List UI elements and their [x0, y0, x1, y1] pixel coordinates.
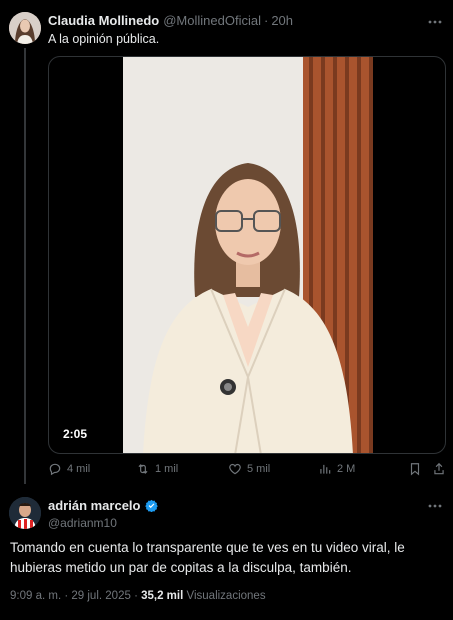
- author-handle[interactable]: @adrianm10: [48, 516, 158, 530]
- repost-button[interactable]: 1 mil: [136, 462, 178, 476]
- repost-count: 1 mil: [155, 463, 179, 475]
- share-icon: [434, 462, 444, 475]
- tweet-meta: 9:09 a. m. · 29 jul. 2025 · 35,2 mil Vis…: [10, 590, 266, 602]
- tweet-actions: 4 mil 1 mil 5 mil 2 M: [46, 462, 446, 482]
- share-button[interactable]: [432, 462, 451, 476]
- more-icon[interactable]: [425, 15, 445, 29]
- thread-line: [24, 48, 26, 484]
- views-count: 35,2 mil: [141, 590, 184, 602]
- author-name[interactable]: Claudia Mollinedo: [48, 13, 159, 28]
- video-player[interactable]: 2:05: [48, 56, 446, 454]
- avatar[interactable]: [9, 497, 41, 529]
- bookmark-icon: [410, 463, 420, 476]
- author-name-row: adrián marcelo: [48, 498, 158, 513]
- separator: ·: [134, 590, 138, 602]
- repost-icon: [138, 464, 148, 474]
- tweet-text: Tomando en cuenta lo transparente que te…: [10, 540, 405, 575]
- avatar[interactable]: [9, 12, 41, 44]
- reply-button[interactable]: 4 mil: [48, 462, 90, 476]
- reply-icon: [49, 463, 61, 476]
- tweet-time[interactable]: 20h: [271, 13, 293, 28]
- tweet-header: Claudia Mollinedo @MollinedOficial · 20h: [48, 13, 293, 28]
- video-frame: [123, 57, 373, 453]
- views-label: Visualizaciones: [186, 590, 266, 602]
- more-icon[interactable]: [425, 499, 445, 513]
- author-handle[interactable]: @MollinedOficial: [163, 13, 261, 28]
- views-count: 2 M: [337, 463, 356, 475]
- views-icon: [320, 464, 331, 474]
- bookmark-button[interactable]: [408, 462, 427, 476]
- tweet-header: adrián marcelo @adrianm10: [48, 498, 158, 530]
- separator: ·: [263, 13, 269, 28]
- tweet-text: A la opinión pública.: [48, 32, 160, 46]
- tweet-time[interactable]: 9:09 a. m.: [10, 590, 61, 602]
- reply-count: 4 mil: [67, 463, 91, 475]
- video-duration: 2:05: [63, 427, 88, 441]
- separator: ·: [64, 590, 69, 602]
- like-count: 5 mil: [247, 463, 271, 475]
- verified-badge-icon: [144, 499, 158, 512]
- tweet-date[interactable]: 29 jul. 2025: [71, 590, 130, 602]
- like-button[interactable]: 5 mil: [228, 462, 270, 476]
- author-name[interactable]: adrián marcelo: [48, 498, 141, 513]
- tweet-parent[interactable]: Claudia Mollinedo @MollinedOficial · 20h…: [0, 0, 453, 490]
- heart-icon: [229, 463, 241, 475]
- views-button[interactable]: 2 M: [318, 462, 355, 476]
